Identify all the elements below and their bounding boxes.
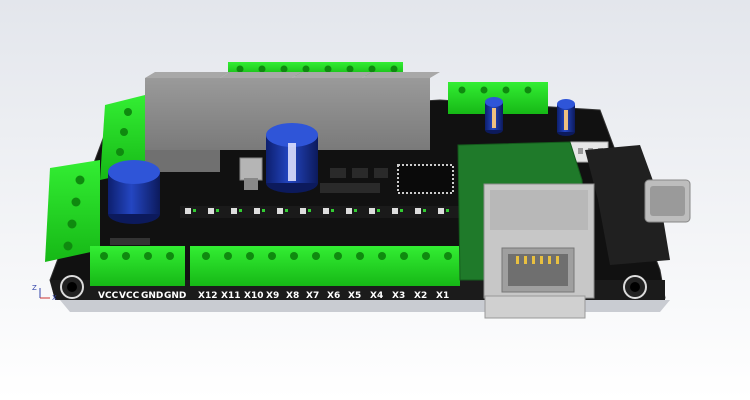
- axis-label-x: X: [52, 294, 57, 302]
- rj45-connector: [483, 183, 595, 319]
- silk-label-x11: X11: [221, 291, 240, 301]
- mounting-hole-left: [60, 275, 84, 299]
- silkscreen-labels: VCC VCC GND GND X12 X11 X10 X9 X8 X7 X6 …: [98, 291, 449, 301]
- silk-label-x6: X6: [327, 291, 340, 301]
- mounting-hole-right: [623, 275, 647, 299]
- silk-label-x12: X12: [198, 291, 217, 301]
- silk-label-gnd-1: GND: [141, 291, 163, 301]
- silk-label-x5: X5: [348, 291, 361, 301]
- capacitor-small-1: [485, 97, 503, 134]
- capacitor-large-left: [108, 160, 160, 224]
- silk-label-x1: X1: [436, 291, 449, 301]
- mcu-chip: [397, 164, 454, 194]
- axis-label-z: Z: [32, 284, 37, 292]
- silk-label-x7: X7: [306, 291, 319, 301]
- silk-label-x10: X10: [244, 291, 263, 301]
- silk-label-x9: X9: [266, 291, 279, 301]
- silk-label-gnd-2: GND: [164, 291, 186, 301]
- capacitor-small-2: [557, 99, 575, 136]
- silk-label-vcc-2: VCC: [119, 291, 140, 301]
- terminal-block-front-left: [90, 246, 185, 286]
- terminal-block-front-right: [190, 246, 460, 286]
- pcb-3d-viewport[interactable]: VCC VCC GND GND X12 X11 X10 X9 X8 X7 X6 …: [0, 0, 750, 400]
- led-row: [180, 206, 460, 218]
- silk-label-x3: X3: [392, 291, 405, 301]
- pin-header-front: [110, 238, 150, 245]
- capacitor-large-center: [266, 123, 318, 193]
- pcb-render: VCC VCC GND GND X12 X11 X10 X9 X8 X7 X6 …: [32, 62, 691, 319]
- silk-label-vcc-1: VCC: [98, 291, 119, 301]
- silk-label-x8: X8: [286, 291, 299, 301]
- relay-1: [145, 72, 230, 172]
- relay-4: [362, 72, 440, 150]
- silk-label-x2: X2: [414, 291, 427, 301]
- silk-label-x4: X4: [370, 291, 383, 301]
